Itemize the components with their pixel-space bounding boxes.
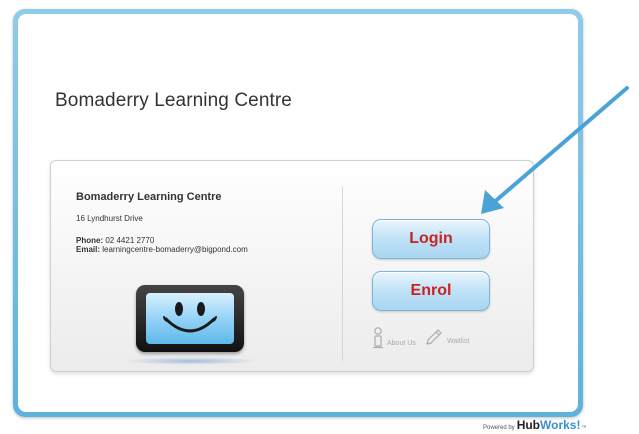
page-title: Bomaderry Learning Centre bbox=[55, 90, 292, 111]
info-person-icon bbox=[373, 327, 383, 349]
monitor-screen bbox=[146, 293, 234, 344]
monitor-shadow bbox=[123, 357, 259, 365]
contact-details: Phone: 02 4421 2770 Email: learningcentr… bbox=[76, 236, 248, 254]
trademark: ™ bbox=[581, 425, 587, 431]
email-label: Email: bbox=[76, 245, 101, 254]
organization-name: Bomaderry Learning Centre bbox=[76, 191, 222, 203]
powered-by-text: Powered by bbox=[483, 425, 515, 431]
smiley-face bbox=[163, 302, 217, 333]
phone-line: Phone: 02 4421 2770 bbox=[76, 236, 248, 245]
email-address: learningcentre-bomaderry@bigpond.com bbox=[102, 245, 248, 254]
address: 16 Lyndhurst Drive bbox=[76, 214, 143, 223]
email-line: Email: learningcentre-bomaderry@bigpond.… bbox=[76, 245, 248, 254]
pencil-icon bbox=[426, 329, 442, 345]
waitlist-label: Waitlist bbox=[447, 338, 470, 345]
phone-number: 02 4421 2770 bbox=[105, 236, 155, 245]
smiley-monitor-icon bbox=[136, 285, 244, 352]
phone-label: Phone: bbox=[76, 236, 104, 245]
about-us-label: About Us bbox=[387, 340, 416, 347]
brand-works: Works! bbox=[540, 418, 581, 432]
vertical-divider bbox=[342, 187, 343, 361]
brand-hub: Hub bbox=[516, 418, 541, 432]
waitlist-link[interactable]: Waitlist bbox=[424, 327, 469, 347]
powered-by-footer[interactable]: Powered by Hub Works! ™ bbox=[483, 418, 586, 432]
enrol-button[interactable]: Enrol bbox=[372, 271, 490, 311]
about-us-link[interactable]: About Us bbox=[372, 327, 416, 349]
login-button[interactable]: Login bbox=[372, 219, 490, 259]
secondary-links: About Us Waitlist bbox=[372, 327, 512, 355]
